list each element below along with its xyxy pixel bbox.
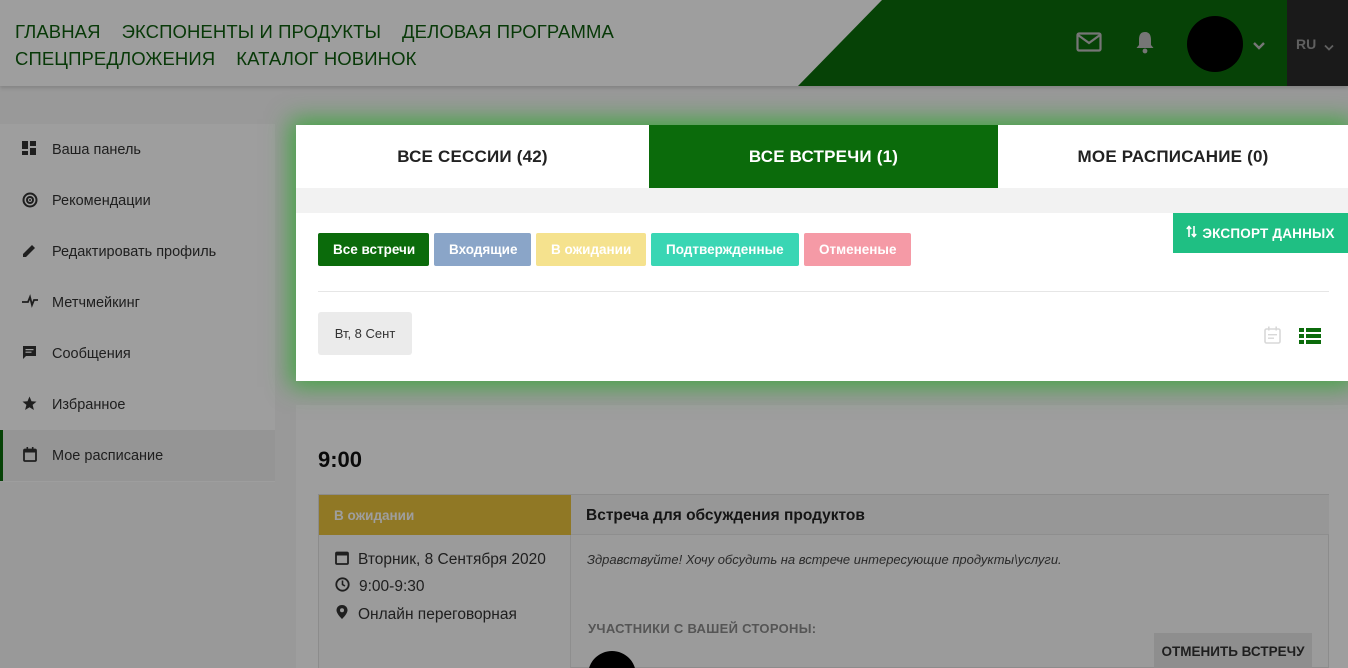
nav-link-special-offers[interactable]: СПЕЦПРЕДЛОЖЕНИЯ	[15, 48, 215, 70]
meeting-card: В ожидании Вторник, 8 Сентября 2020 9:00…	[318, 494, 1329, 668]
user-avatar[interactable]	[1187, 16, 1243, 72]
meeting-card-details: В ожидании Вторник, 8 Сентября 2020 9:00…	[319, 495, 571, 668]
nav-link-business-program[interactable]: ДЕЛОВАЯ ПРОГРАММА	[402, 21, 614, 43]
mail-icon[interactable]	[1075, 28, 1103, 56]
message-icon	[22, 345, 38, 361]
meeting-title: Встреча для обсуждения продуктов	[586, 507, 865, 524]
nav-link-exhibitors[interactable]: ЭКСПОНЕНТЫ И ПРОДУКТЫ	[122, 21, 381, 43]
sidebar-item-label: Сообщения	[52, 345, 131, 362]
filters-divider	[318, 291, 1329, 292]
nav-row-1: ГЛАВНАЯ ЭКСПОНЕНТЫ И ПРОДУКТЫ ДЕЛОВАЯ ПР…	[15, 18, 614, 45]
meeting-time-text: 9:00-9:30	[359, 578, 425, 595]
meetings-panel: ВСЕ СЕССИИ (42) ВСЕ ВСТРЕЧИ (1) МОЕ РАСП…	[296, 125, 1348, 381]
nav-link-home[interactable]: ГЛАВНАЯ	[15, 21, 101, 43]
sidebar-item-label: Редактировать профиль	[52, 243, 217, 260]
filter-cancelled[interactable]: Отмененые	[804, 233, 911, 266]
matchmaking-icon	[22, 294, 38, 310]
sidebar-item-label: Ваша панель	[52, 141, 141, 158]
participants-label: УЧАСТНИКИ С ВАШЕЙ СТОРОНЫ:	[588, 621, 817, 636]
sidebar-item-favorites[interactable]: Избранное	[0, 379, 275, 430]
language-code: RU	[1296, 36, 1317, 52]
meeting-message: Здравствуйте! Хочу обсудить на встрече и…	[587, 552, 1062, 567]
status-badge: В ожидании	[319, 495, 571, 535]
calendar-icon	[23, 447, 39, 463]
date-chip[interactable]: Вт, 8 Сент	[318, 312, 412, 355]
meeting-location-text: Онлайн переговорная	[358, 605, 517, 623]
pencil-icon	[22, 243, 38, 259]
calendar-icon	[335, 550, 349, 570]
export-data-button[interactable]: ЭКСПОРТ ДАННЫХ	[1173, 213, 1348, 253]
sidebar-item-label: Метчмейкинг	[52, 294, 140, 311]
language-selector[interactable]: RU	[1287, 0, 1348, 86]
filter-all-meetings[interactable]: Все встречи	[318, 233, 429, 266]
lang-chevron-icon	[1324, 39, 1334, 57]
star-icon	[22, 396, 38, 412]
export-data-label: ЭКСПОРТ ДАННЫХ	[1202, 225, 1335, 241]
tab-all-meetings[interactable]: ВСЕ ВСТРЕЧИ (1)	[649, 125, 998, 188]
nav-row-2: СПЕЦПРЕДЛОЖЕНИЯ КАТАЛОГ НОВИНОК	[15, 45, 614, 72]
participant-avatar	[588, 651, 636, 668]
sort-arrows-icon	[1186, 225, 1198, 241]
sidebar-item-label: Избранное	[52, 396, 126, 413]
meeting-filters: Все встречи Входящие В ожидании Подтверж…	[318, 233, 911, 266]
filter-confirmed[interactable]: Подтвержденные	[651, 233, 799, 266]
meeting-date-text: Вторник, 8 Сентября 2020	[358, 551, 546, 568]
sidebar-item-dashboard[interactable]: Ваша панель	[0, 124, 275, 175]
location-pin-icon	[335, 604, 349, 625]
clock-icon	[335, 577, 350, 597]
sidebar-item-matchmaking[interactable]: Метчмейкинг	[0, 277, 275, 328]
top-header: ГЛАВНАЯ ЭКСПОНЕНТЫ И ПРОДУКТЫ ДЕЛОВАЯ ПР…	[0, 0, 1348, 86]
sidebar-item-edit-profile[interactable]: Редактировать профиль	[0, 226, 275, 277]
tab-all-sessions[interactable]: ВСЕ СЕССИИ (42)	[296, 125, 649, 188]
sidebar-item-my-schedule[interactable]: Мое расписание	[0, 430, 275, 481]
sidebar-item-messages[interactable]: Сообщения	[0, 328, 275, 379]
sidebar-item-label: Рекомендации	[52, 192, 151, 209]
dashboard-icon	[22, 141, 38, 157]
calendar-view-icon[interactable]	[1264, 326, 1281, 349]
time-slot-heading: 9:00	[318, 447, 363, 472]
meeting-time: 9:00-9:30	[335, 577, 425, 597]
sidebar-item-recommendations[interactable]: Рекомендации	[0, 175, 275, 226]
meeting-date: Вторник, 8 Сентября 2020	[335, 550, 546, 570]
cancel-meeting-button[interactable]: ОТМЕНИТЬ ВСТРЕЧУ	[1154, 633, 1312, 668]
bell-icon[interactable]	[1131, 28, 1159, 56]
main-nav: ГЛАВНАЯ ЭКСПОНЕНТЫ И ПРОДУКТЫ ДЕЛОВАЯ ПР…	[15, 18, 614, 72]
sidebar-item-label: Мое расписание	[52, 447, 164, 464]
tab-bar: ВСЕ СЕССИИ (42) ВСЕ ВСТРЕЧИ (1) МОЕ РАСП…	[296, 125, 1348, 188]
sidebar: Ваша панель Рекомендации Редактировать п…	[0, 124, 275, 482]
nav-link-new-catalog[interactable]: КАТАЛОГ НОВИНОК	[236, 48, 416, 70]
target-icon	[22, 192, 38, 208]
list-view-icon[interactable]	[1299, 328, 1321, 349]
tab-my-schedule[interactable]: МОЕ РАСПИСАНИЕ (0)	[998, 125, 1348, 188]
tab-separator	[296, 188, 1348, 213]
meeting-location: Онлайн переговорная	[335, 604, 517, 625]
meeting-title-bar: Встреча для обсуждения продуктов	[571, 495, 1329, 535]
filter-incoming[interactable]: Входящие	[434, 233, 531, 266]
filter-pending[interactable]: В ожидании	[536, 233, 646, 266]
chevron-down-icon[interactable]	[1252, 38, 1266, 56]
